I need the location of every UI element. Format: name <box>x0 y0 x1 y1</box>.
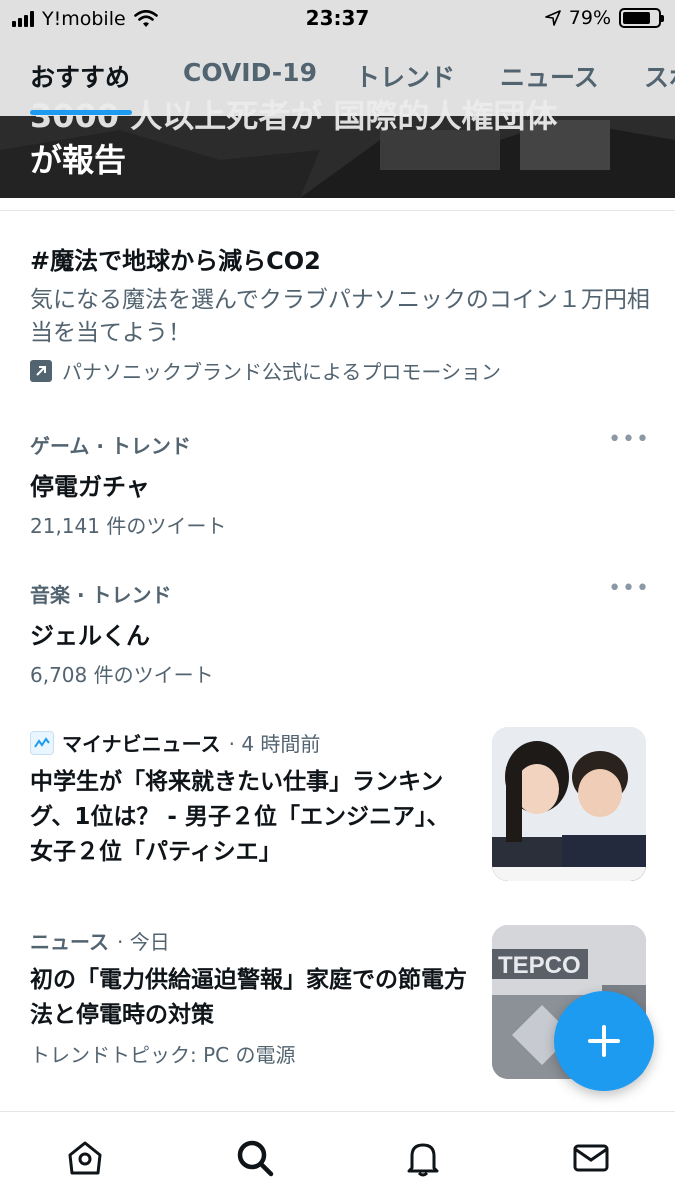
news-trend-topic: トレンドトピック: PC の電源 <box>30 1043 296 1067</box>
plus-icon <box>588 1025 620 1057</box>
explore-tabs: おすすめ COVID-19 トレンド ニュース スポ <box>0 52 675 116</box>
battery-percent: 79% <box>568 7 611 29</box>
source-logo-icon <box>30 730 54 755</box>
search-icon <box>237 1140 274 1177</box>
promo-description: 気になる魔法を選んでクラブパナソニックのコイン１万円相当を当てよう！ <box>30 287 650 346</box>
nav-notifications[interactable] <box>403 1138 443 1178</box>
trend-item[interactable]: ゲーム · トレンド 停電ガチャ 21,141 件のツイート ••• <box>30 429 650 539</box>
battery-level <box>623 12 650 24</box>
promo-attribution-label: パナソニックブランド公式によるプロモーション <box>62 360 501 384</box>
nav-messages[interactable] <box>571 1138 611 1178</box>
promoted-trend[interactable]: #魔法で地球から減らCO2 気になる魔法を選んでクラブパナソニックのコイン１万円… <box>30 244 650 385</box>
bell-icon <box>407 1143 439 1177</box>
nav-home[interactable] <box>65 1138 105 1178</box>
tab-news[interactable]: ニュース <box>500 58 599 94</box>
battery-icon <box>619 8 664 28</box>
news-thumbnail[interactable] <box>492 727 646 881</box>
ellipsis-icon[interactable]: ••• <box>608 578 650 600</box>
news-time: · 4 時間前 <box>228 732 321 756</box>
tab-covid19[interactable]: COVID-19 <box>183 58 317 87</box>
news-item[interactable]: マイナビニュース · 4 時間前 中学生が「将来就きたい仕事」ランキング、1位は… <box>30 728 470 870</box>
trend-category: 音楽 · トレンド <box>30 583 172 607</box>
active-tab-indicator <box>30 110 132 115</box>
news-source: ニュース <box>30 930 109 954</box>
status-bar: Y!mobile 23:37 79% <box>0 0 675 38</box>
compose-button[interactable] <box>554 991 654 1091</box>
mail-icon <box>573 1144 609 1172</box>
news-item[interactable]: ニュース · 今日 初の「電力供給逼迫警報」家庭での節電方法と停電時の対策 トレ… <box>30 926 470 1068</box>
top-bar: Y!mobile 23:37 79% おすすめ COVID-19 トレンド ニュ… <box>0 0 675 116</box>
nav-search[interactable] <box>235 1138 275 1178</box>
tab-sports[interactable]: スポ <box>644 58 675 94</box>
tepco-sign-text: TEPCO <box>498 952 581 979</box>
hero-headline-line2: が報告 <box>30 141 127 179</box>
location-arrow-icon <box>544 10 561 26</box>
bottom-nav <box>0 1111 675 1200</box>
trend-category: ゲーム · トレンド <box>30 434 191 458</box>
divider <box>0 210 675 211</box>
students-photo <box>492 727 646 881</box>
news-headline: 中学生が「将来就きたい仕事」ランキング、1位は？ - 男子２位「エンジニア」、女… <box>30 769 450 865</box>
trend-name: 停電ガチャ <box>30 473 150 501</box>
home-icon <box>68 1141 102 1175</box>
trend-item[interactable]: 音楽 · トレンド ジェルくん 6,708 件のツイート ••• <box>30 578 650 688</box>
promo-attribution: パナソニックブランド公式によるプロモーション <box>30 356 650 385</box>
news-source: マイナビニュース <box>62 732 221 756</box>
tab-recommended[interactable]: おすすめ <box>30 58 130 94</box>
trend-tweet-count: 6,708 件のツイート <box>30 663 214 687</box>
trend-name: ジェルくん <box>30 622 150 650</box>
trend-tweet-count: 21,141 件のツイート <box>30 514 227 538</box>
tab-trends[interactable]: トレンド <box>355 58 455 94</box>
news-headline: 初の「電力供給逼迫警報」家庭での節電方法と停電時の対策 <box>30 967 467 1028</box>
ellipsis-icon[interactable]: ••• <box>608 429 650 451</box>
promo-title: #魔法で地球から減らCO2 <box>30 247 321 275</box>
promoted-icon <box>30 359 52 382</box>
news-time: · 今日 <box>117 930 170 954</box>
